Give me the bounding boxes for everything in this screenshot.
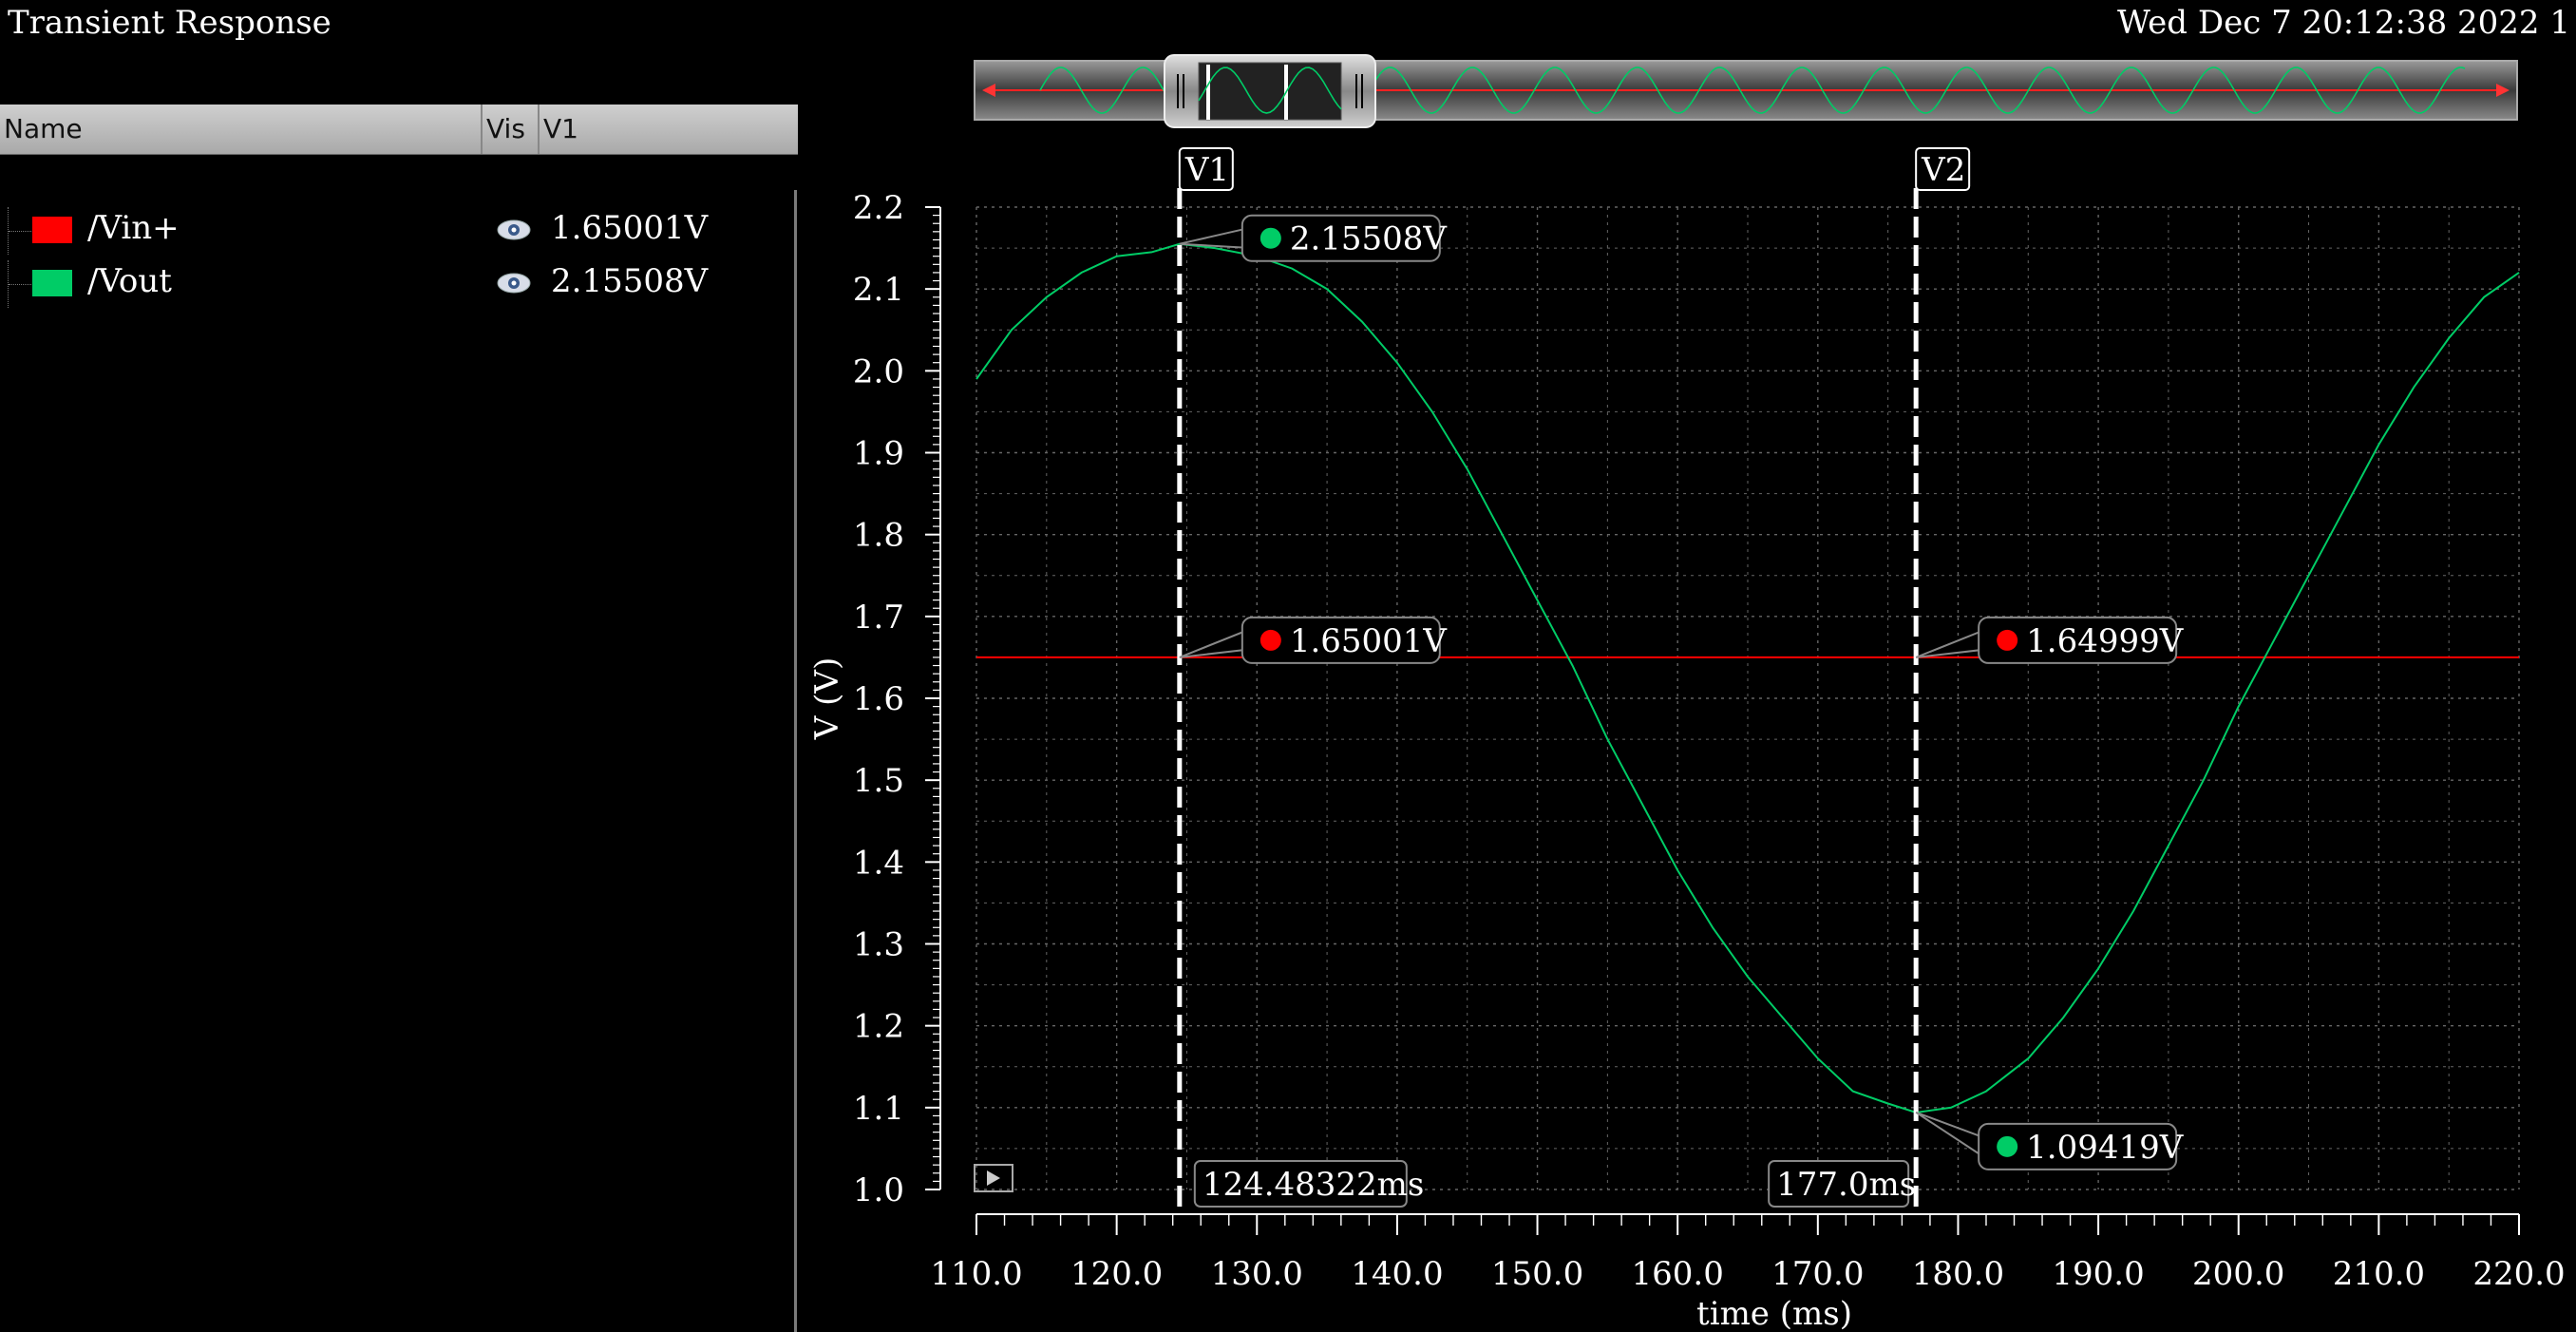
y-tick-label: 2.1 <box>853 271 904 309</box>
point-marker-value: 1.64999V <box>2026 622 2185 660</box>
point-marker-value: 1.09419V <box>2026 1129 2185 1167</box>
point-marker-pointer <box>1179 629 1247 658</box>
x-tick-label: 150.0 <box>1491 1255 1583 1293</box>
marker-label-v1: V1 <box>1184 151 1229 189</box>
marker-time-label: 124.48322ms <box>1203 1166 1425 1204</box>
y-tick-label: 2.2 <box>853 189 904 227</box>
point-marker-value: 2.15508V <box>1290 220 1449 258</box>
x-tick-label: 190.0 <box>2052 1255 2144 1293</box>
y-axis-label: V (V) <box>808 657 846 740</box>
x-axis-label: time (ms) <box>1696 1295 1852 1332</box>
y-tick-label: 1.4 <box>853 844 904 882</box>
point-marker-dot <box>1260 227 1281 249</box>
point-marker-dot <box>1997 629 2018 651</box>
y-tick-label: 1.8 <box>853 517 904 555</box>
x-tick-label: 120.0 <box>1070 1255 1163 1293</box>
x-tick-label: 130.0 <box>1211 1255 1303 1293</box>
point-marker-pointer <box>1915 629 1984 658</box>
series-line-vout <box>975 242 2520 1114</box>
y-tick-label: 1.9 <box>853 435 904 473</box>
x-tick-label: 110.0 <box>930 1255 1022 1293</box>
waveform-chart[interactable]: 1.0 1.1 1.2 1.3 1.4 1.5 1.6 1.7 1.8 1.9 2.0 2.1 2.2 1… <box>0 0 2576 1332</box>
point-marker-dot <box>1997 1135 2018 1157</box>
y-tick-label: 1.1 <box>853 1090 904 1128</box>
y-tick-label: 1.3 <box>853 926 904 964</box>
grid <box>975 206 2520 1190</box>
x-tick-label: 210.0 <box>2333 1255 2425 1293</box>
point-marker-pointer <box>1179 227 1247 249</box>
x-tick-label: 160.0 <box>1632 1255 1724 1293</box>
x-tick-label: 180.0 <box>1912 1255 2004 1293</box>
point-marker-dot <box>1260 629 1281 651</box>
y-tick-label: 1.0 <box>853 1171 904 1209</box>
x-tick-label: 220.0 <box>2472 1255 2565 1293</box>
x-tick-label: 170.0 <box>1771 1255 1864 1293</box>
overview-scrollbar[interactable] <box>974 54 2518 128</box>
marker-label-v2: V2 <box>1921 151 1965 189</box>
x-tick-label: 140.0 <box>1351 1255 1443 1293</box>
point-marker-value: 1.65001V <box>1290 622 1449 660</box>
y-tick-label: 1.7 <box>853 599 904 637</box>
overview-viewport <box>1198 62 1342 121</box>
y-tick-label: 1.6 <box>853 680 904 718</box>
series-layer <box>975 242 2520 1114</box>
point-marker-pointer <box>1915 1111 1984 1158</box>
y-tick-label: 2.0 <box>853 352 904 390</box>
y-tick-label: 1.5 <box>853 762 904 800</box>
y-tick-label: 1.2 <box>853 1008 904 1046</box>
marker-time-label: 177.0ms <box>1776 1166 1916 1204</box>
x-tick-label: 200.0 <box>2192 1255 2284 1293</box>
play-icon[interactable] <box>974 1164 1013 1192</box>
